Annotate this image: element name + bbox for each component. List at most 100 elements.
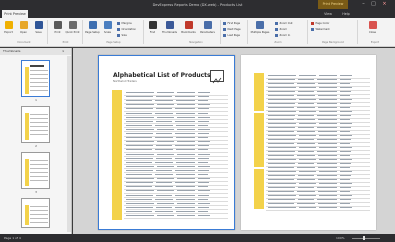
page-thumbnail[interactable] <box>21 198 50 228</box>
close-preview-label: Close <box>368 31 377 34</box>
next-page-button[interactable]: Next Page <box>223 27 241 31</box>
table-cell <box>298 187 314 188</box>
table-cell <box>177 141 195 143</box>
table-cell <box>298 199 314 200</box>
minimize-button[interactable]: – <box>360 1 367 8</box>
table-cell <box>268 191 294 192</box>
orientation-button[interactable]: Orientation <box>117 27 136 31</box>
close-preview-button[interactable]: Close <box>366 20 379 40</box>
zoom-out-icon <box>275 21 278 25</box>
table-cell <box>198 149 208 151</box>
table-cell <box>198 157 209 159</box>
thumb-line <box>30 90 48 91</box>
page-thumbnail[interactable] <box>21 106 50 143</box>
page-color-button[interactable]: Page Color <box>311 21 329 25</box>
table-cell <box>157 104 174 106</box>
table-cell <box>340 107 350 108</box>
open-label: Open <box>20 31 27 34</box>
watermark-button[interactable]: Watermark <box>311 27 330 31</box>
table-cell <box>268 151 295 152</box>
table-cell <box>268 159 296 160</box>
last-page-button[interactable]: Last Page <box>223 33 240 37</box>
scale-button[interactable]: Scale <box>101 20 114 40</box>
table-cell <box>176 186 195 188</box>
logo-glyph <box>212 77 222 84</box>
table-cell <box>318 203 337 204</box>
tab-print-preview[interactable]: Print Preview <box>2 10 28 18</box>
quick-print-button[interactable]: Quick Print <box>65 20 80 40</box>
thumbnail-number: 3 <box>35 190 37 194</box>
zoom-in-button[interactable]: Zoom In <box>275 33 290 37</box>
table-cell <box>157 178 174 180</box>
document-viewer[interactable]: Alphabetical List of Products Northwind … <box>73 48 395 234</box>
category-stripe <box>254 113 264 167</box>
size-button[interactable]: Size <box>117 33 127 37</box>
page-thumbnail[interactable] <box>21 152 50 189</box>
tab-help[interactable]: Help <box>340 10 352 18</box>
last-page-label: Last Page <box>227 33 241 37</box>
table-cell <box>176 149 195 151</box>
page-color-icon <box>311 21 314 25</box>
table-cell <box>198 215 210 216</box>
thumb-line <box>30 214 48 215</box>
save-icon <box>34 21 43 29</box>
table-cell <box>340 119 350 120</box>
table-cell <box>268 111 296 112</box>
page-setup-button[interactable]: Page Setup <box>85 20 100 40</box>
pane-close-icon[interactable]: × <box>62 48 65 55</box>
table-cell <box>198 169 209 171</box>
zoom-out-button[interactable]: Zoom Out <box>275 21 293 25</box>
zoom-slider-thumb[interactable] <box>363 236 365 240</box>
export-button[interactable]: Export <box>2 20 15 40</box>
thumbnails-button[interactable]: Thumbnails <box>161 20 178 40</box>
table-cell <box>268 123 296 124</box>
maximize-button[interactable]: □ <box>370 1 377 8</box>
tab-view[interactable]: View <box>322 10 334 18</box>
thumb-line <box>30 126 48 127</box>
margins-button[interactable]: Margins <box>117 21 132 25</box>
multiple-pages-label: Multiple Pages <box>250 31 270 34</box>
table-cell <box>156 206 172 208</box>
table-cell <box>126 149 152 151</box>
thumb-line <box>30 114 48 115</box>
table-cell <box>198 206 209 208</box>
print-button[interactable]: Print <box>51 20 64 40</box>
table-cell <box>126 215 154 216</box>
table-cell <box>126 92 154 93</box>
zoom-button[interactable]: Zoom <box>275 27 287 31</box>
table-cell <box>317 79 337 80</box>
table-cell <box>340 203 350 204</box>
table-cell <box>177 202 195 204</box>
table-cell <box>176 112 195 114</box>
thumb-stripe <box>25 159 29 186</box>
table-cell <box>198 120 209 122</box>
table-cell <box>177 128 195 130</box>
parameters-button[interactable]: Parameters <box>199 20 216 40</box>
table-cell <box>340 183 352 184</box>
table-cell <box>268 87 296 88</box>
zoom-label: Zoom <box>279 27 287 31</box>
group-print: Print <box>62 41 69 44</box>
page-thumbnail[interactable] <box>21 60 50 97</box>
table-cell <box>268 187 295 188</box>
thumb-line <box>30 168 48 169</box>
find-button[interactable]: Find <box>146 20 159 40</box>
multiple-pages-button[interactable]: Multiple Pages <box>250 20 270 40</box>
table-cell <box>340 199 351 200</box>
table-cell <box>318 107 337 108</box>
close-button[interactable]: × <box>381 1 388 8</box>
table-cell <box>268 195 296 196</box>
save-button[interactable]: Save <box>32 20 45 40</box>
table-cell <box>319 99 337 100</box>
zoom-slider-track[interactable] <box>352 237 380 239</box>
open-button[interactable]: Open <box>17 20 30 40</box>
table-cell <box>198 198 208 200</box>
table-cell <box>340 147 352 148</box>
table-cell <box>177 165 195 167</box>
bookmarks-button[interactable]: Bookmarks <box>180 20 197 40</box>
thumbnails-scrollbar[interactable] <box>67 56 71 232</box>
first-page-button[interactable]: First Page <box>223 21 240 25</box>
table-cell <box>340 139 351 140</box>
ribbon-separator <box>47 20 48 44</box>
table-cell <box>126 202 154 204</box>
